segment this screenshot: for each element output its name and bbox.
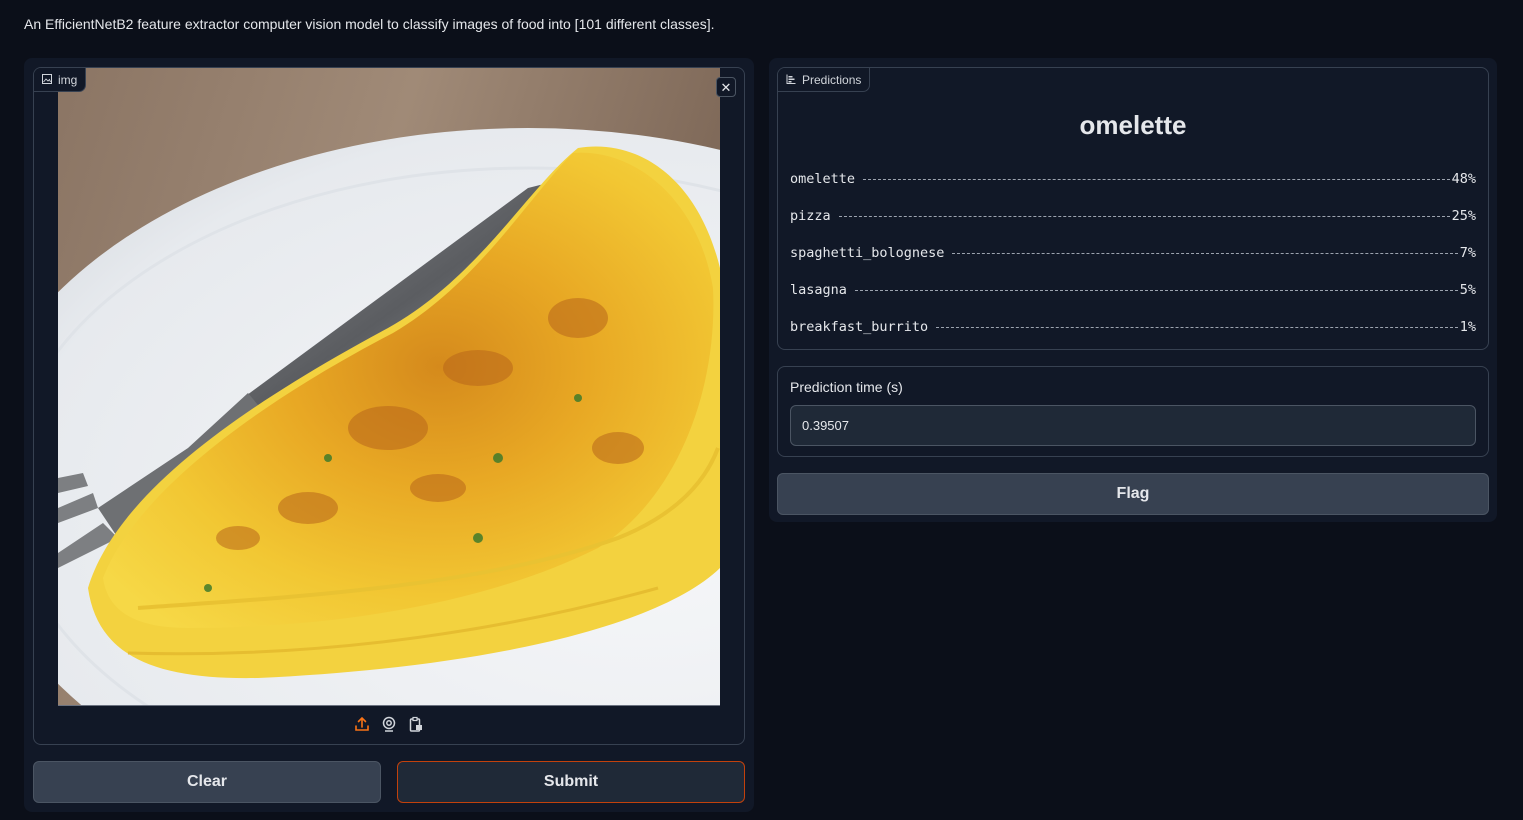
predictions-label-text: Predictions [802,72,862,87]
app-description: An EfficientNetB2 feature extractor comp… [24,16,715,32]
confidence-label: spaghetti_bolognese [790,245,945,261]
action-buttons: Clear Submit [33,761,745,803]
prediction-time-field[interactable]: 0.39507 [790,405,1476,446]
flag-button[interactable]: Flag [777,473,1489,515]
input-panel: img ✕ Clear Submit [24,58,754,812]
confidence-value: 7% [1459,245,1476,261]
confidence-row: breakfast_burrito 1% [790,319,1476,356]
confidence-label: omelette [790,171,856,187]
confidence-row: omelette 48% [790,171,1476,208]
close-icon[interactable]: ✕ [716,77,736,97]
submit-button[interactable]: Submit [397,761,745,803]
predictions-output: Predictions omelette omelette 48% pizza … [777,67,1489,350]
confidence-value: 1% [1459,319,1476,335]
confidence-row: pizza 25% [790,208,1476,245]
confidence-value: 48% [1451,171,1476,187]
confidence-leader [936,327,1458,328]
upload-icon[interactable] [354,715,371,732]
confidence-row: lasagna 5% [790,282,1476,319]
confidence-label: pizza [790,208,831,224]
webcam-icon[interactable] [381,715,398,732]
confidence-leader [854,290,1458,291]
image-icon [42,73,52,87]
confidence-row: spaghetti_bolognese 7% [790,245,1476,282]
clear-button[interactable]: Clear [33,761,381,803]
confidence-label: lasagna [790,282,847,298]
confidence-leader [863,179,1450,180]
image-input-label-text: img [58,72,78,87]
prediction-time-label: Prediction time (s) [790,379,903,395]
output-panel: Predictions omelette omelette 48% pizza … [769,58,1497,522]
bar-chart-icon [786,73,796,87]
confidence-leader [838,216,1450,217]
confidence-list: omelette 48% pizza 25% spaghetti_bologne… [790,171,1476,356]
image-input[interactable]: img ✕ [33,67,745,745]
confidence-value: 5% [1459,282,1476,298]
predictions-label: Predictions [778,68,871,92]
confidence-leader [952,253,1458,254]
top-prediction: omelette [1079,110,1187,140]
prediction-time-output: Prediction time (s) 0.39507 [777,366,1489,457]
image-source-toolbar [34,715,744,732]
food-image [58,68,720,706]
image-input-label: img [34,68,87,92]
confidence-value: 25% [1451,208,1476,224]
confidence-label: breakfast_burrito [790,319,929,335]
clipboard-icon[interactable] [408,715,425,732]
